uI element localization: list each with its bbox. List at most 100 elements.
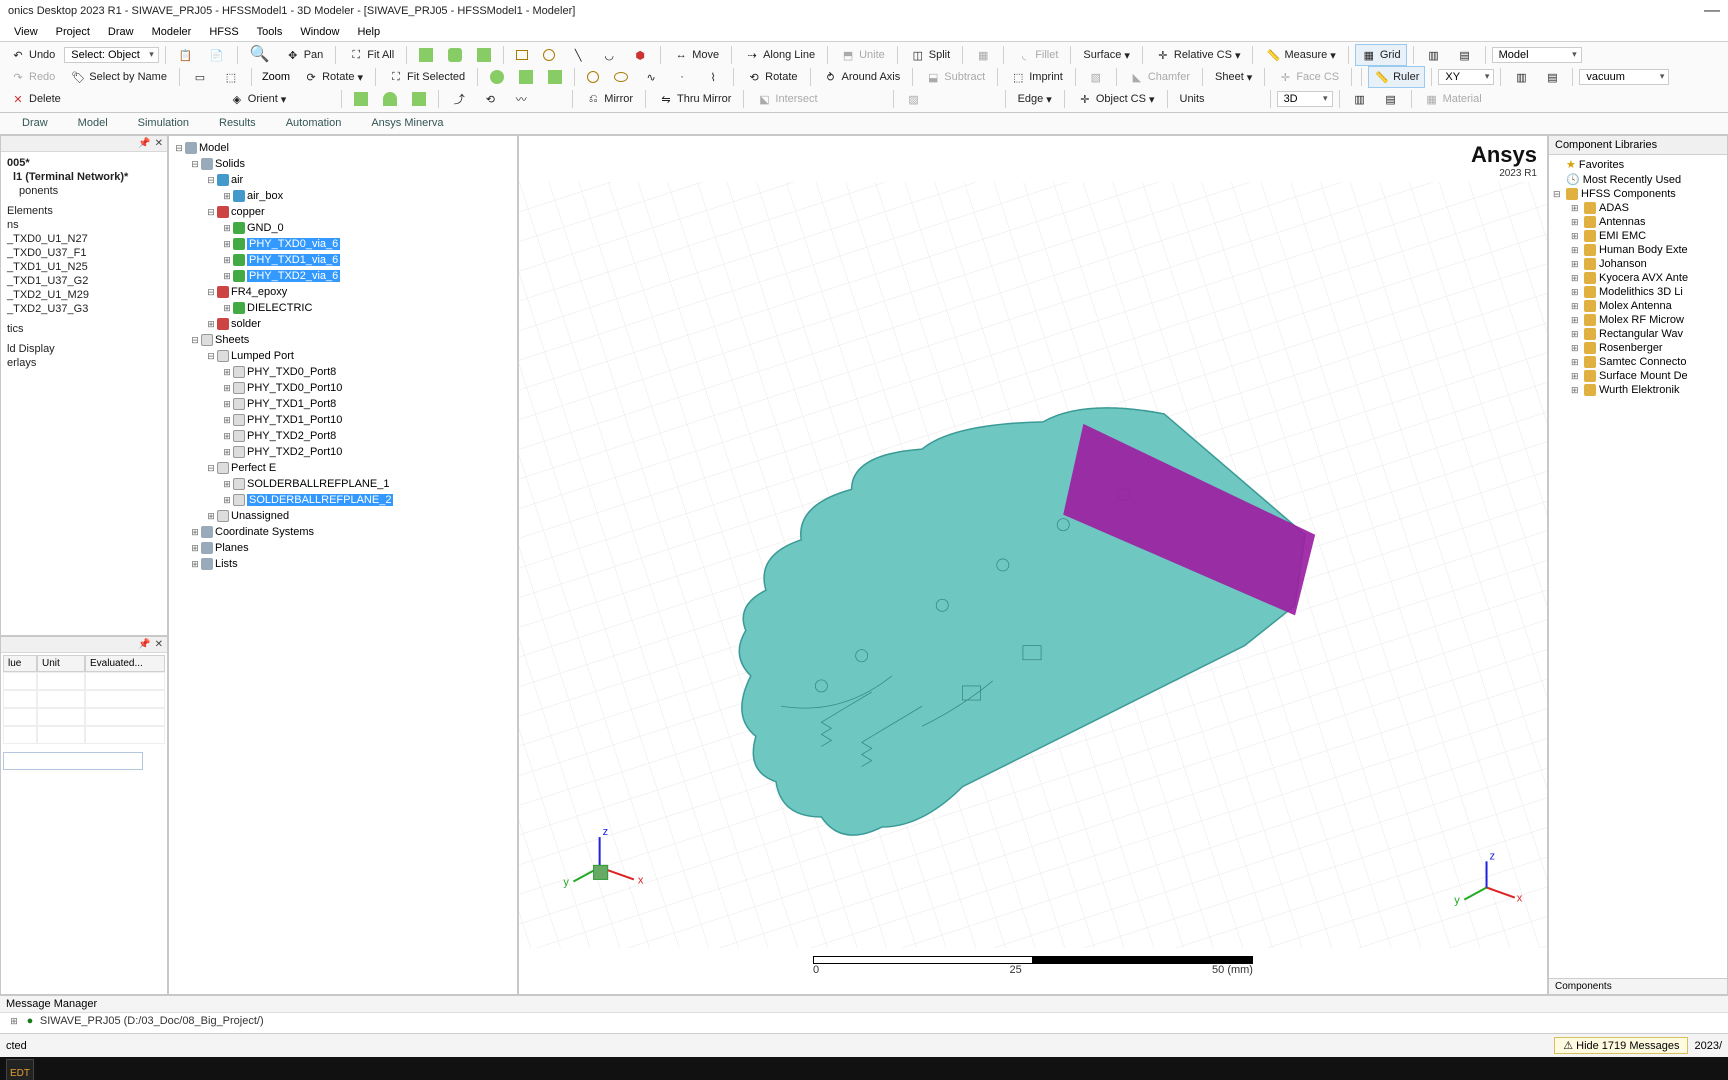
objectcs-button[interactable]: ✛Object CS ▾ bbox=[1071, 88, 1161, 110]
delete-button[interactable]: ✕Delete bbox=[4, 88, 67, 110]
pan-button[interactable]: ✥Pan bbox=[279, 44, 330, 66]
redo-button[interactable]: ↷Redo bbox=[4, 66, 61, 88]
proj-line[interactable]: _TXD0_U1_N27 bbox=[5, 232, 163, 246]
tree-toggle[interactable]: ⊟ bbox=[205, 348, 217, 364]
sweep-icon[interactable]: ⤴ bbox=[445, 88, 473, 110]
tree-toggle[interactable]: ⊞ bbox=[221, 380, 233, 396]
plane-combo[interactable]: XY bbox=[1438, 69, 1494, 85]
menu-view[interactable]: View bbox=[6, 24, 46, 40]
relativecs-button[interactable]: ✛Relative CS ▾ bbox=[1149, 44, 1247, 66]
tree-toggle[interactable]: ⊞ bbox=[221, 236, 233, 252]
complib-item[interactable]: ⊞Molex Antenna bbox=[1571, 299, 1723, 313]
prop-cell[interactable] bbox=[85, 690, 165, 708]
prop-col-unit[interactable]: Unit bbox=[37, 655, 85, 672]
tree-toggle[interactable]: ⊞ bbox=[221, 476, 233, 492]
tree-port[interactable]: PHY_TXD0_Port10 bbox=[247, 382, 342, 394]
tree-toggle[interactable]: ⊞ bbox=[221, 188, 233, 204]
complib-item[interactable]: ⊞Surface Mount De bbox=[1571, 369, 1723, 383]
prop-cell[interactable] bbox=[37, 726, 85, 744]
sheet-button[interactable]: Sheet ▾ bbox=[1209, 68, 1258, 87]
tree-toggle[interactable]: ⊟ bbox=[205, 460, 217, 476]
facecs-button[interactable]: ✛Face CS bbox=[1271, 66, 1345, 88]
tree-sheets[interactable]: Sheets bbox=[215, 334, 249, 346]
tree-toggle[interactable]: ⊞ bbox=[1571, 217, 1581, 228]
mirror-button[interactable]: ⎌Mirror bbox=[579, 88, 639, 110]
intersect-button[interactable]: ⬕Intersect bbox=[750, 88, 823, 110]
tree-toggle[interactable]: ⊞ bbox=[1571, 343, 1581, 354]
prop-cell[interactable] bbox=[3, 708, 37, 726]
surface-button[interactable]: Surface ▾ bbox=[1077, 46, 1135, 65]
menu-draw[interactable]: Draw bbox=[100, 24, 142, 40]
eq-icon[interactable]: ⬢ bbox=[626, 44, 654, 66]
tab-draw[interactable]: Draw bbox=[12, 114, 58, 132]
zoom-group[interactable]: 🔍 bbox=[244, 47, 276, 63]
complib-item[interactable]: ⊞Molex RF Microw bbox=[1571, 313, 1723, 327]
menu-window[interactable]: Window bbox=[292, 24, 347, 40]
complib-item[interactable]: ⊞Human Body Exte bbox=[1571, 243, 1723, 257]
along-line-button[interactable]: ⇢Along Line bbox=[738, 44, 821, 66]
prim-7-icon[interactable] bbox=[348, 89, 374, 109]
rotate2-button[interactable]: ⟲Rotate bbox=[740, 66, 803, 88]
tree-via0[interactable]: PHY_TXD0_via_6 bbox=[247, 238, 340, 250]
prim-5-icon[interactable] bbox=[513, 67, 539, 87]
viewport-3d[interactable]: x y z x y z Ansys 2023 R1 bbox=[518, 135, 1548, 995]
thru-mirror-button[interactable]: ⇋Thru Mirror bbox=[652, 88, 737, 110]
tree-dielectric[interactable]: DIELECTRIC bbox=[247, 302, 312, 314]
tree-lumped[interactable]: Lumped Port bbox=[231, 350, 294, 362]
material-button[interactable]: ▦Material bbox=[1418, 88, 1488, 110]
material-combo[interactable]: vacuum bbox=[1579, 69, 1669, 85]
tree-toggle[interactable]: ⊞ bbox=[221, 412, 233, 428]
proj-line[interactable]: erlays bbox=[5, 356, 163, 370]
tree-solids[interactable]: Solids bbox=[215, 158, 245, 170]
tree-toggle[interactable]: ⊞ bbox=[221, 428, 233, 444]
complib-item[interactable]: ⊞ADAS bbox=[1571, 201, 1723, 215]
tree-toggle[interactable]: ⊞ bbox=[1571, 259, 1581, 270]
tree-port[interactable]: PHY_TXD2_Port8 bbox=[247, 430, 336, 442]
split-button[interactable]: ◫Split bbox=[904, 44, 956, 66]
imprint-button[interactable]: ⬚Imprint bbox=[1004, 66, 1069, 88]
line-icon[interactable]: ╲ bbox=[564, 44, 592, 66]
tree-toggle[interactable]: ⊞ bbox=[221, 268, 233, 284]
proj-line[interactable]: ns bbox=[5, 218, 163, 232]
helix-icon[interactable]: ⌇ bbox=[699, 66, 727, 88]
fit-selected-button[interactable]: ⛶Fit Selected bbox=[382, 66, 471, 88]
prop-col-eval[interactable]: Evaluated... bbox=[85, 655, 165, 672]
tree-toggle[interactable]: ⊞ bbox=[205, 316, 217, 332]
prop-cell[interactable] bbox=[3, 690, 37, 708]
tree-toggle[interactable]: ⊞ bbox=[1571, 203, 1581, 214]
panel-close-icon[interactable]: ✕ bbox=[155, 138, 163, 149]
complib-tree[interactable]: ★Favorites 🕓Most Recently Used ⊟HFSS Com… bbox=[1549, 155, 1727, 978]
select-mode-combo[interactable]: Select: Object bbox=[64, 47, 158, 63]
proj-line[interactable]: ponents bbox=[5, 184, 163, 198]
bool-2-icon[interactable]: ▧ bbox=[1082, 66, 1110, 88]
menu-tools[interactable]: Tools bbox=[249, 24, 291, 40]
tree-cs[interactable]: Coordinate Systems bbox=[215, 526, 314, 538]
fit-all-button[interactable]: ⛶Fit All bbox=[342, 44, 400, 66]
revolve-icon[interactable]: ⟲ bbox=[476, 88, 504, 110]
proj-line[interactable]: tics bbox=[5, 322, 163, 336]
tree-toggle[interactable]: ⊞ bbox=[205, 508, 217, 524]
tree-toggle[interactable]: ⊟ bbox=[1553, 189, 1563, 200]
tree-toggle[interactable]: ⊞ bbox=[221, 252, 233, 268]
tab-minerva[interactable]: Ansys Minerva bbox=[361, 114, 453, 132]
bool-1-icon[interactable]: ▦ bbox=[969, 44, 997, 66]
complib-item[interactable]: ⊞Wurth Elektronik bbox=[1571, 383, 1723, 397]
grid-button[interactable]: ▦Grid bbox=[1355, 44, 1407, 66]
minimize-icon[interactable]: — bbox=[1704, 2, 1720, 20]
tree-fr4[interactable]: FR4_epoxy bbox=[231, 286, 287, 298]
proj-line[interactable]: _TXD2_U1_M29 bbox=[5, 288, 163, 302]
tree-toggle[interactable]: ⊞ bbox=[1571, 273, 1581, 284]
proj-line[interactable]: _TXD1_U37_G2 bbox=[5, 274, 163, 288]
tree-perfe[interactable]: Perfect E bbox=[231, 462, 276, 474]
proj-line[interactable]: _TXD0_U37_F1 bbox=[5, 246, 163, 260]
tree-gnd[interactable]: GND_0 bbox=[247, 222, 284, 234]
tree-toggle[interactable]: ⊞ bbox=[1571, 231, 1581, 242]
tree-toggle[interactable]: ⊟ bbox=[173, 140, 185, 156]
tree-port[interactable]: PHY_TXD2_Port10 bbox=[247, 446, 342, 458]
layer-6-icon[interactable]: ▤ bbox=[1377, 88, 1405, 110]
copy-icon[interactable]: 📄 bbox=[203, 44, 231, 66]
layer-4-icon[interactable]: ▤ bbox=[1538, 66, 1566, 88]
tree-toggle[interactable]: ⊞ bbox=[1571, 329, 1581, 340]
complib-mru[interactable]: 🕓Most Recently Used bbox=[1553, 172, 1723, 187]
tree-sbr1[interactable]: SOLDERBALLREFPLANE_1 bbox=[247, 478, 389, 490]
